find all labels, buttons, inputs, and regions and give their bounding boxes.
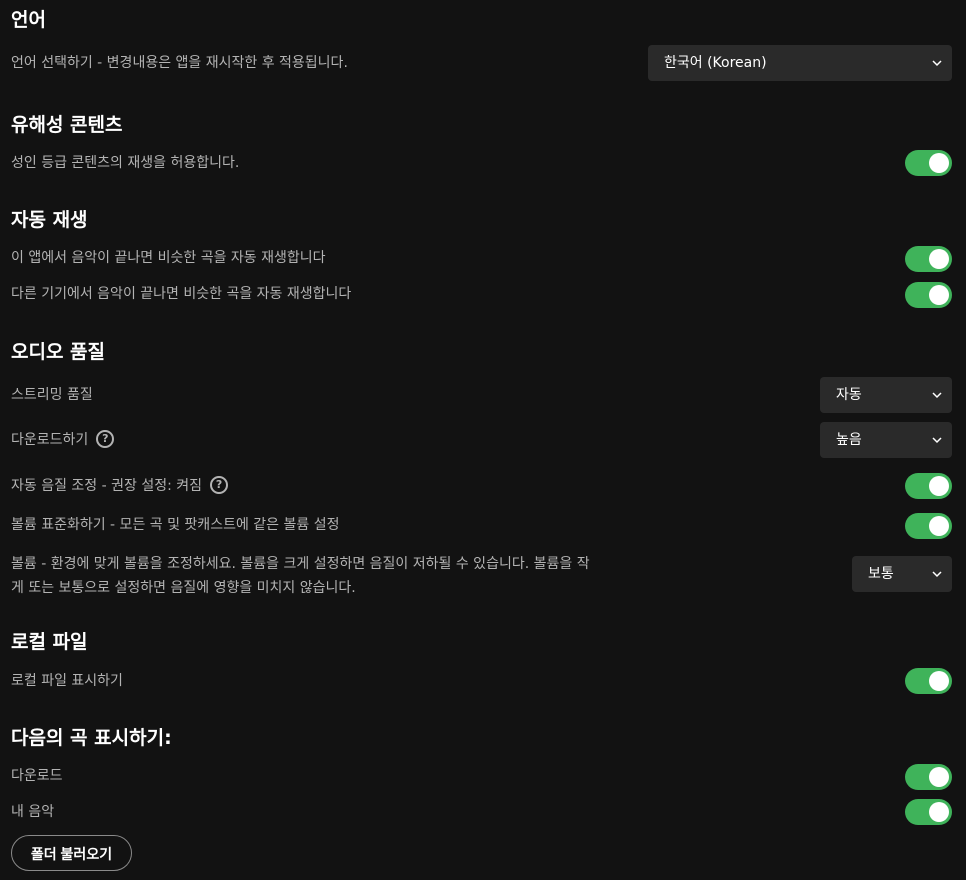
volume-level-label-line2: 게 또는 보통으로 설정하면 음질에 영향을 미치지 않습니다. xyxy=(11,580,356,596)
streaming-quality-value: 자동 xyxy=(836,387,862,403)
toggle-knob xyxy=(929,476,949,496)
volume-level-label: 볼륨 - 환경에 맞게 볼륨을 조정하세요. 볼륨을 크게 설정하면 음질이 저… xyxy=(11,552,631,600)
download-quality-value: 높음 xyxy=(836,432,862,448)
help-icon[interactable]: ? xyxy=(96,430,115,448)
section-title-explicit: 유해성 콘텐츠 xyxy=(11,114,123,136)
autoplay-other-devices-label: 다른 기기에서 음악이 끝나면 비슷한 곡을 자동 재생합니다 xyxy=(11,286,352,302)
volume-level-select[interactable]: 보통 xyxy=(852,556,952,592)
autoplay-this-app-label: 이 앱에서 음악이 끝나면 비슷한 곡을 자동 재생합니다 xyxy=(11,250,326,266)
language-select[interactable]: 한국어 (Korean) xyxy=(648,45,952,81)
auto-adjust-toggle[interactable] xyxy=(905,473,952,499)
section-title-autoplay: 자동 재생 xyxy=(11,209,88,231)
section-title-language: 언어 xyxy=(11,9,46,31)
section-title-show-songs-from: 다음의 곡 표시하기: xyxy=(11,727,172,749)
section-title-local-files: 로컬 파일 xyxy=(11,631,88,653)
show-local-files-label: 로컬 파일 표시하기 xyxy=(11,673,123,689)
chevron-down-icon xyxy=(932,392,942,399)
toggle-knob xyxy=(929,285,949,305)
explicit-toggle[interactable] xyxy=(905,150,952,176)
toggle-knob xyxy=(929,671,949,691)
downloads-source-label: 다운로드 xyxy=(11,768,63,784)
streaming-quality-label: 스트리밍 품질 xyxy=(11,387,93,403)
chevron-down-icon xyxy=(932,571,942,578)
toggle-knob xyxy=(929,516,949,536)
toggle-knob xyxy=(929,767,949,787)
download-quality-label: 다운로드하기 xyxy=(11,432,89,448)
section-title-audio-quality: 오디오 품질 xyxy=(11,341,106,363)
explicit-label: 성인 등급 콘텐츠의 재생을 허용합니다. xyxy=(11,155,240,171)
volume-level-label-line1: 볼륨 - 환경에 맞게 볼륨을 조정하세요. 볼륨을 크게 설정하면 음질이 저… xyxy=(11,556,590,572)
auto-adjust-row: 자동 음질 조정 - 권장 설정: 켜짐? xyxy=(11,476,229,496)
language-label: 언어 선택하기 - 변경내용은 앱을 재시작한 후 적용됩니다. xyxy=(11,55,348,71)
download-quality-row: 다운로드하기? xyxy=(11,430,115,450)
chevron-down-icon xyxy=(932,60,942,67)
downloads-source-toggle[interactable] xyxy=(905,764,952,790)
my-music-source-label: 내 음악 xyxy=(11,804,55,820)
toggle-knob xyxy=(929,802,949,822)
download-quality-select[interactable]: 높음 xyxy=(820,422,952,458)
language-select-value: 한국어 (Korean) xyxy=(664,55,767,71)
toggle-knob xyxy=(929,153,949,173)
add-folder-button[interactable]: 폴더 불러오기 xyxy=(11,835,132,871)
streaming-quality-select[interactable]: 자동 xyxy=(820,377,952,413)
chevron-down-icon xyxy=(932,437,942,444)
autoplay-this-app-toggle[interactable] xyxy=(905,246,952,272)
volume-level-value: 보통 xyxy=(868,566,894,582)
normalize-volume-toggle[interactable] xyxy=(905,513,952,539)
auto-adjust-label: 자동 음질 조정 - 권장 설정: 켜짐 xyxy=(11,478,203,494)
my-music-source-toggle[interactable] xyxy=(905,799,952,825)
normalize-volume-label: 볼륨 표준화하기 - 모든 곡 및 팟캐스트에 같은 볼륨 설정 xyxy=(11,517,340,533)
show-local-files-toggle[interactable] xyxy=(905,668,952,694)
help-icon[interactable]: ? xyxy=(210,476,229,494)
toggle-knob xyxy=(929,249,949,269)
autoplay-other-devices-toggle[interactable] xyxy=(905,282,952,308)
